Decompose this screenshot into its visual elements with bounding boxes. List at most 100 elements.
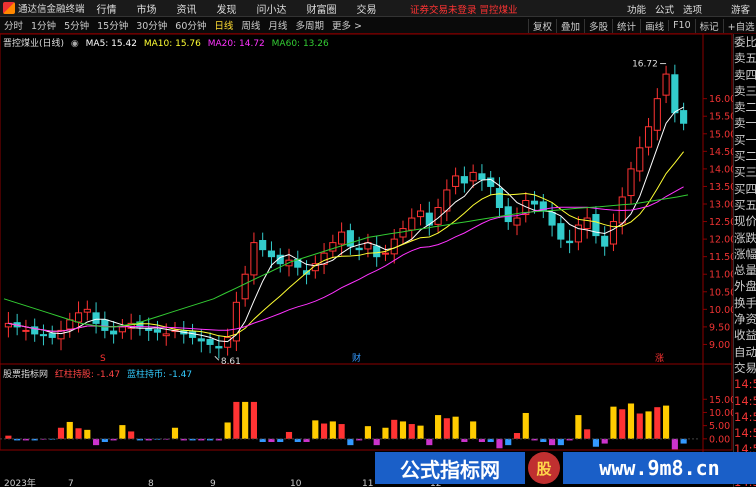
candle-body [513,217,521,226]
indicator-bar-red [627,403,635,439]
candle-body [267,250,276,258]
candle-body [653,98,661,131]
candle-body [373,245,381,258]
quote-item: 卖五 [734,51,756,66]
watermark-left: 公式指标网 [375,452,525,484]
candle-body [627,168,635,197]
indicator-bar-red [391,419,398,439]
candle-body [530,200,539,205]
quote-panel: 委比 卖五 卖四 卖三 卖二 卖一 买一 买二 买三 买四 买五 现价 涨跌 涨幅 总量 外盘 换手 净资 收益 自动… [733,34,756,487]
indicator-bar-red [584,429,591,439]
indicator-bar-red [224,422,231,439]
indicator-bar-blue [671,438,678,450]
quote-item: 外盘 [734,279,756,294]
price-tick-label: 13.50 [709,182,733,193]
watermark-logo-icon: 股 [528,452,560,484]
indicator-bar-red [452,416,459,439]
candle-body [583,217,591,230]
quote-item: 委比 [734,35,756,49]
low-pointer [214,355,220,361]
indicator-bar-red [285,431,293,439]
candle-body [250,242,258,276]
quote-item: 卖二 [734,100,756,115]
high-price-label: 16.72 [632,60,658,70]
indicator-bar-red [66,421,73,439]
ma60-line [3,194,689,328]
indicator-bar-red [321,423,328,439]
quote-item: 换手 [734,295,756,310]
kline-chart[interactable]: 16.00 15.50 15.00 14.50 14.00 13.50 13.00 12.50… [0,0,733,487]
indicator-bar-red [435,415,442,439]
settings-dot-icon[interactable]: ◉ [71,39,79,49]
indicator-bar-red [312,420,319,439]
indicator-bar-red [171,427,179,439]
quote-item: 14:50 [734,409,756,424]
x-axis-label: 2023年 [4,477,36,487]
indicator-bar-red [250,401,257,439]
indicator-bar-red [338,424,345,439]
indicator-bar-blue [549,438,556,446]
indicator-tick-label: 0.00 [709,434,730,445]
indicator-bar-red [408,424,415,439]
candle-body [241,273,249,300]
ma-legend: 晋控煤业(日线) ◉ MA5: 15.42 MA10: 15.76 MA20: … [3,36,333,49]
indicator-bar-red [75,428,82,439]
price-tick-label: 16.00 [709,94,733,105]
blue-bar-value: 蓝柱持币: -1.47 [126,370,193,380]
ma20-line [8,186,684,332]
indicator-bar-red [399,421,407,439]
x-axis-label: 11 [362,479,373,487]
indicator-bar-blue [592,438,599,447]
x-axis-label: 7 [68,479,74,487]
candle-body [460,176,468,184]
candle-body [153,329,162,333]
price-tick-label: 13.00 [709,200,733,211]
candle-body [680,110,688,124]
quote-item: 买一 [734,132,756,147]
price-tick-label: 10.50 [709,287,733,298]
quote-item: 14:50 [734,377,756,392]
event-marker: 涨 [655,353,664,364]
indicator-bar-red [654,407,661,439]
candle-body [206,339,214,345]
ma10-value: MA10: 15.76 [143,39,201,49]
indicator-name: 股票指标网 [3,370,49,380]
x-axis-label: 8 [148,479,154,487]
low-price-label: 8.61 [221,357,241,367]
candle-body [329,242,337,252]
indicator-bar-red [364,426,371,439]
indicator-bar-red [128,431,135,439]
quote-item: 现价 [734,214,756,229]
candle-body [390,238,398,255]
price-tick-label: 14.50 [709,147,733,158]
indicator-bar-red [645,411,652,439]
menu-guest[interactable]: 游客 [731,2,750,16]
price-tick-label: 15.00 [709,129,733,140]
quote-item: 交易 [734,360,756,375]
indicator-bar-blue [93,438,100,446]
indicator-bar-red [513,433,521,439]
indicator-bar-red [119,425,126,439]
candle-body [74,312,83,323]
candle-body [416,210,425,218]
candle-body [48,333,56,338]
candle-body [452,175,460,187]
indicator-bar-red [417,425,424,439]
price-tick-label: 9.50 [709,322,730,333]
candle-body [469,171,477,182]
candle-body [609,221,618,245]
candle-body [408,217,416,231]
indicator-bar-red [233,401,240,439]
candle-body [197,338,205,342]
event-marker: S [100,354,106,364]
indicator-bar-blue [347,438,354,446]
indicator-bar-red [84,429,91,439]
candle-body [644,126,653,148]
candle-body [566,240,574,244]
candle-body [66,319,74,330]
indicator-bar-red [636,413,643,439]
candle-body [601,235,609,247]
ma60-value: MA60: 13.26 [271,39,329,49]
price-tick-label: 11.50 [709,252,733,263]
candle-body [557,223,565,240]
